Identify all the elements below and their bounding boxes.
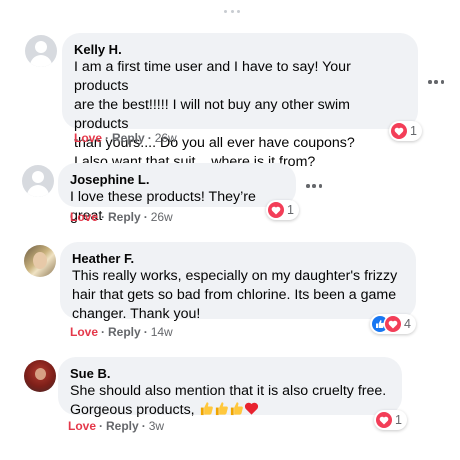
love-button[interactable]: Love (70, 325, 98, 339)
comment-text: I am a first time user and I have to say… (74, 59, 355, 170)
timestamp[interactable]: 3w (149, 419, 164, 433)
comment-bubble: Heather F. This really works, especially… (60, 242, 416, 322)
reaction-count-badge[interactable]: 4 (370, 314, 416, 334)
emoji-group (199, 401, 259, 416)
separator: · (99, 419, 104, 433)
red-heart-icon (244, 402, 258, 415)
more-options-icon[interactable] (428, 80, 444, 84)
reply-button[interactable]: Reply (106, 419, 139, 433)
love-icon (391, 123, 407, 139)
comment-text-line-emoji: Gorgeous products, (70, 401, 390, 420)
comment-actions: Love · Reply · 14w (70, 325, 173, 339)
love-icon (385, 316, 401, 332)
separator: · (141, 419, 146, 433)
separator: · (143, 325, 148, 339)
comment-text-line: Gorgeous products, (70, 402, 199, 418)
timestamp[interactable]: 14w (151, 325, 173, 339)
love-icon (268, 202, 284, 218)
commenter-name[interactable]: Sue B. (70, 365, 390, 382)
avatar[interactable] (22, 165, 54, 197)
comment-bubble: Sue B. She should also mention that it i… (58, 357, 402, 418)
avatar[interactable] (25, 35, 57, 67)
comment-text-line: She should also mention that it is also … (70, 383, 387, 399)
commenter-name[interactable]: Josephine L. (70, 171, 284, 188)
love-button[interactable]: Love (74, 131, 102, 145)
comment-actions: Love · Reply · 26w (74, 131, 177, 145)
timestamp[interactable]: 26w (155, 131, 177, 145)
comment-actions: Love · Reply · 3w (68, 419, 164, 433)
comment-actions: Love · Reply · 26w (70, 210, 173, 224)
separator: · (147, 131, 152, 145)
commenter-name[interactable]: Kelly H. (74, 41, 406, 58)
more-options-icon[interactable] (306, 184, 322, 188)
reaction-count: 1 (395, 413, 402, 427)
separator: · (101, 325, 106, 339)
reaction-count-badge[interactable]: 1 (266, 200, 299, 220)
reply-button[interactable]: Reply (112, 131, 145, 145)
comment-text: This really works, especially on my daug… (72, 268, 398, 322)
love-button[interactable]: Love (70, 210, 98, 224)
reply-button[interactable]: Reply (108, 325, 141, 339)
thumbs-up-icon (230, 402, 243, 416)
love-button[interactable]: Love (68, 419, 96, 433)
separator: · (105, 131, 110, 145)
reaction-count: 1 (410, 124, 417, 138)
commenter-name[interactable]: Heather F. (72, 250, 404, 267)
reaction-count: 4 (404, 317, 411, 331)
thumbs-up-icon (215, 402, 228, 416)
reaction-count-badge[interactable]: 1 (389, 121, 422, 141)
love-icon (376, 412, 392, 428)
reaction-count-badge[interactable]: 1 (374, 410, 407, 430)
reaction-count: 1 (287, 203, 294, 217)
top-more-dots (224, 10, 240, 14)
thumbs-up-icon (200, 402, 213, 416)
avatar[interactable] (24, 360, 56, 392)
separator: · (143, 210, 148, 224)
comment-bubble: Josephine L. I love these products! They… (58, 163, 296, 224)
comment-bubble: Kelly H. I am a first time user and I ha… (62, 33, 418, 170)
timestamp[interactable]: 26w (151, 210, 173, 224)
avatar[interactable] (24, 245, 56, 277)
reply-button[interactable]: Reply (108, 210, 141, 224)
separator: · (101, 210, 106, 224)
